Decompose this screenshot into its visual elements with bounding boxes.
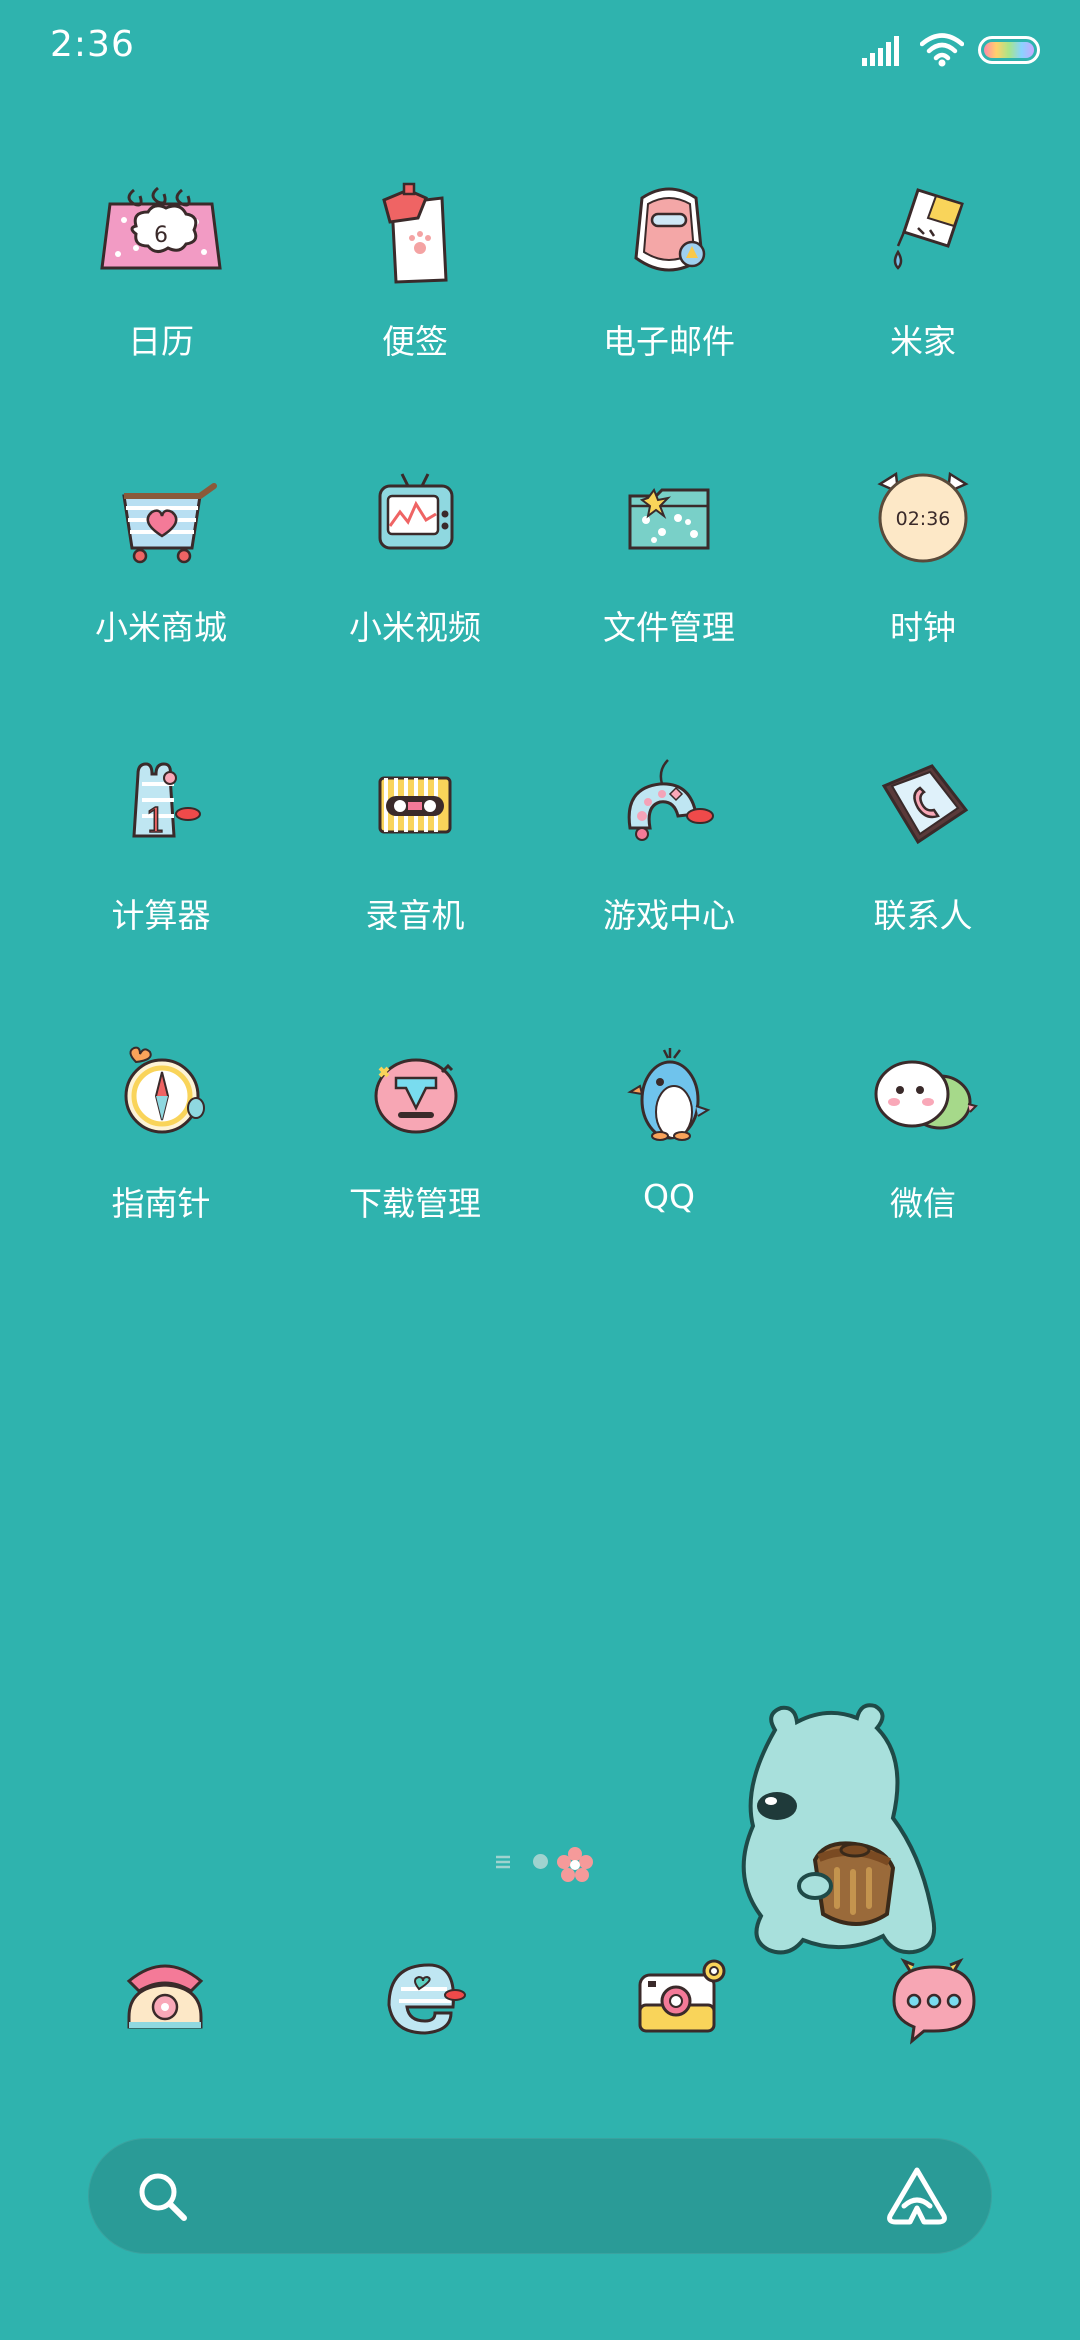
app-downloads[interactable]: 下载管理 xyxy=(288,1012,542,1252)
compass-icon xyxy=(124,1046,205,1134)
app-label: 文件管理 xyxy=(603,608,735,647)
phone-icon[interactable] xyxy=(115,1945,215,2045)
app-label: 小米商城 xyxy=(95,608,227,647)
search-bar[interactable] xyxy=(88,2138,992,2254)
app-file-manager[interactable]: 文件管理 xyxy=(542,436,796,676)
file-manager-icon xyxy=(628,487,710,550)
app-label: 指南针 xyxy=(111,1184,211,1223)
search-icon xyxy=(139,2173,187,2221)
app-label: 录音机 xyxy=(365,896,465,935)
app-label: 米家 xyxy=(890,322,956,361)
battery-fill xyxy=(984,42,1034,58)
assistant-icon[interactable] xyxy=(884,2164,950,2226)
calendar-day: 6 xyxy=(154,223,168,248)
browser-icon[interactable] xyxy=(373,1945,473,2045)
app-label: 小米视频 xyxy=(349,608,481,647)
app-recorder[interactable]: 录音机 xyxy=(288,724,542,964)
qq-icon xyxy=(627,1048,711,1141)
clock-icon: 02:36 xyxy=(877,471,969,563)
battery-icon xyxy=(978,36,1040,64)
dock xyxy=(0,1945,1080,2065)
wechat-icon xyxy=(874,1060,978,1130)
wifi-icon xyxy=(920,33,964,67)
app-qq[interactable]: QQ xyxy=(542,1012,796,1252)
calculator-icon: 1 xyxy=(132,762,201,842)
menu-lines-icon xyxy=(496,1855,510,1869)
app-email[interactable]: 电子邮件 xyxy=(542,150,796,390)
status-time: 2:36 xyxy=(50,24,135,65)
app-label: 时钟 xyxy=(890,608,956,647)
calendar-icon: 6 xyxy=(100,186,222,270)
app-label: QQ xyxy=(643,1177,695,1216)
page-dot xyxy=(533,1854,548,1869)
app-contacts[interactable]: 联系人 xyxy=(796,724,1050,964)
status-bar: 2:36 xyxy=(0,0,1080,96)
contacts-icon xyxy=(881,764,969,845)
app-game-center[interactable]: 游戏中心 xyxy=(542,724,796,964)
home-screen: 2:36 6 日历 便签 电子邮件 米家 小米商城 小米视频 文件管理 02:3… xyxy=(0,0,1080,2340)
app-label: 计算器 xyxy=(111,896,211,935)
app-mijia[interactable]: 米家 xyxy=(796,150,1050,390)
app-mi-video[interactable]: 小米视频 xyxy=(288,436,542,676)
mi-store-icon xyxy=(122,483,217,564)
app-calculator[interactable]: 1 计算器 xyxy=(34,724,288,964)
email-icon xyxy=(634,187,706,272)
camera-icon[interactable] xyxy=(630,1945,730,2045)
recorder-icon xyxy=(378,776,452,834)
app-wechat[interactable]: 微信 xyxy=(796,1012,1050,1252)
app-calendar[interactable]: 6 日历 xyxy=(34,150,288,390)
mi-video-icon xyxy=(378,473,454,550)
bear-illustration xyxy=(741,1703,936,1955)
downloads-icon xyxy=(374,1058,458,1134)
app-notes[interactable]: 便签 xyxy=(288,150,542,390)
app-label: 电子邮件 xyxy=(603,322,735,361)
app-compass[interactable]: 指南针 xyxy=(34,1012,288,1252)
app-mi-store[interactable]: 小米商城 xyxy=(34,436,288,676)
status-icons xyxy=(862,30,1040,70)
app-label: 联系人 xyxy=(873,896,973,935)
flower-icon xyxy=(557,1847,593,1882)
app-clock[interactable]: 02:36 时钟 xyxy=(796,436,1050,676)
notes-icon xyxy=(382,182,448,284)
messages-icon[interactable] xyxy=(882,1945,982,2045)
app-label: 便签 xyxy=(382,322,448,361)
mijia-icon xyxy=(893,188,964,270)
app-label: 日历 xyxy=(128,322,194,361)
clock-time: 02:36 xyxy=(896,508,951,530)
app-label: 微信 xyxy=(890,1184,956,1223)
app-label: 下载管理 xyxy=(349,1184,481,1223)
game-center-icon xyxy=(627,759,714,841)
signal-icon xyxy=(862,36,899,66)
app-label: 游戏中心 xyxy=(603,896,735,935)
svg-text:1: 1 xyxy=(145,801,167,841)
